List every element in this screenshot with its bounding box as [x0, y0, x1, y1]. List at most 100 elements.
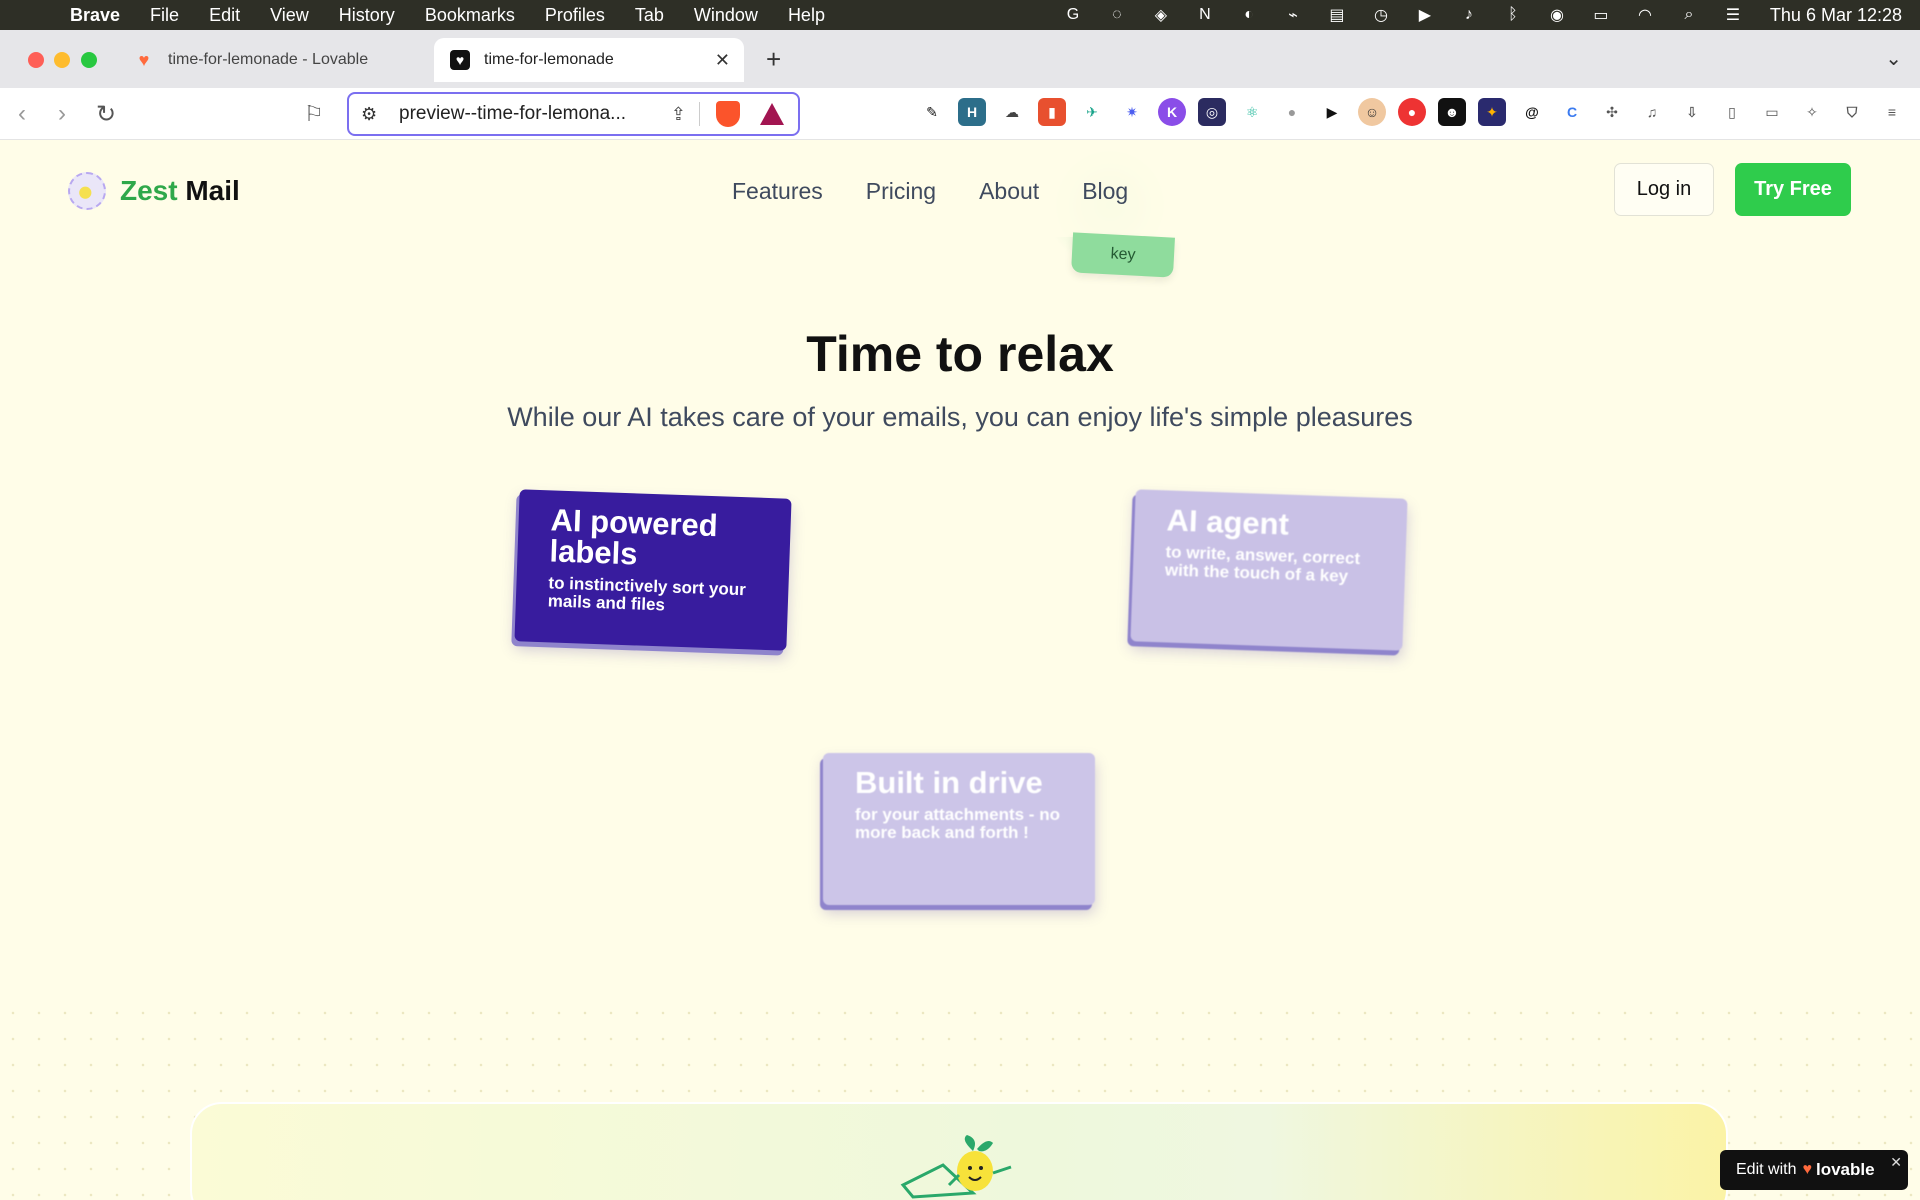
sync-icon[interactable]: ◌ [1106, 6, 1128, 24]
feature-card-built-in-drive[interactable]: Built in drive for your attachments - no… [823, 753, 1095, 905]
tab-search-chevron-icon[interactable]: ⌄ [1885, 46, 1902, 71]
bluetooth-icon[interactable]: ᛒ [1502, 6, 1524, 24]
keyboard-icon[interactable]: ▤ [1326, 6, 1348, 24]
camera-extension-icon[interactable]: ◎ [1198, 98, 1226, 126]
hero-subtitle: While our AI takes care of your emails, … [507, 402, 1413, 432]
brave-shields-icon[interactable] [716, 101, 740, 127]
sparkle-extension-icon[interactable]: ✷ [1118, 98, 1146, 126]
control-center-icon[interactable]: ☰ [1722, 6, 1744, 24]
sidebar-icon[interactable]: ▯ [1718, 98, 1746, 126]
vpn-shield-icon[interactable]: ⛉ [1838, 98, 1866, 126]
avatar-extension-icon[interactable]: ☺ [1358, 98, 1386, 126]
wifi-icon[interactable]: ◠ [1634, 6, 1656, 24]
login-button[interactable]: Log in [1614, 163, 1714, 216]
window-zoom-button[interactable] [81, 52, 97, 68]
menu-bar-clock[interactable]: Thu 6 Mar 12:28 [1770, 5, 1902, 26]
k-extension-icon[interactable]: K [1158, 98, 1186, 126]
user-icon[interactable]: ◉ [1546, 6, 1568, 24]
search-icon[interactable]: ⌕ [1678, 6, 1700, 24]
brave-rewards-icon[interactable] [760, 103, 784, 125]
chart-extension-icon[interactable]: ▮ [1038, 98, 1066, 126]
tab-title: time-for-lemonade [484, 51, 614, 68]
c-extension-icon[interactable]: C [1558, 98, 1586, 126]
tab-close-icon[interactable]: ✕ [715, 50, 730, 71]
menu-history[interactable]: History [324, 5, 410, 26]
extensions-row: ✎ H ☁ ▮ ✈ ✷ K ◎ ⚛ ● ▶ ☺ ● ☻ ✦ @ C ✣ ♫ ⇩ … [918, 98, 1906, 126]
menu-app-brave[interactable]: Brave [70, 5, 135, 26]
tab-lovable-editor[interactable]: ♥ time-for-lemonade - Lovable [118, 38, 430, 82]
logo-zest: Zest [120, 175, 178, 206]
window-close-button[interactable] [28, 52, 44, 68]
pokeball-extension-icon[interactable]: ● [1398, 98, 1426, 126]
menu-file[interactable]: File [135, 5, 194, 26]
leo-ai-icon[interactable]: ✧ [1798, 98, 1826, 126]
blob-extension-icon[interactable]: ● [1278, 98, 1306, 126]
bird-extension-icon[interactable]: ✈ [1078, 98, 1106, 126]
play-icon[interactable]: ▶ [1414, 6, 1436, 24]
main-menu-icon[interactable]: ≡ [1878, 98, 1906, 126]
heart-favicon-icon: ♥ [450, 50, 470, 70]
shortcuts-icon[interactable]: ◈ [1150, 6, 1172, 24]
face-extension-icon[interactable]: ☻ [1438, 98, 1466, 126]
wallet-icon[interactable]: ▭ [1758, 98, 1786, 126]
badge-edit-with: Edit with [1736, 1161, 1797, 1178]
grammarly-icon[interactable]: G [1062, 6, 1084, 24]
floating-keycap: key [1071, 232, 1175, 278]
site-settings-icon[interactable]: ⚙ [361, 104, 383, 125]
forward-icon[interactable]: › [58, 100, 66, 128]
notion-icon[interactable]: N [1194, 6, 1216, 24]
video-extension-icon[interactable]: ▶ [1318, 98, 1346, 126]
reload-icon[interactable]: ↻ [96, 100, 116, 129]
badge-close-icon[interactable]: ✕ [1890, 1154, 1902, 1171]
lemon-mascot-icon [900, 1135, 1012, 1199]
timer-icon[interactable]: ◷ [1370, 6, 1392, 24]
download-icon[interactable]: ⇩ [1678, 98, 1706, 126]
browser-tab-strip: ♥ time-for-lemonade - Lovable ♥ time-for… [0, 30, 1920, 88]
tab-preview[interactable]: ♥ time-for-lemonade ✕ [434, 38, 744, 82]
nav-blog[interactable]: Blog [1082, 178, 1128, 205]
menu-window[interactable]: Window [679, 5, 773, 26]
window-minimize-button[interactable] [54, 52, 70, 68]
new-tab-button[interactable]: + [766, 44, 781, 75]
feature-card-ai-labels[interactable]: AI powered labels to instinctively sort … [514, 489, 792, 651]
edit-with-lovable-badge[interactable]: Edit with ♥ lovable ✕ [1720, 1150, 1908, 1190]
puzzle-extensions-icon[interactable]: ✣ [1598, 98, 1626, 126]
atom-extension-icon[interactable]: ⚛ [1238, 98, 1266, 126]
menu-bookmarks[interactable]: Bookmarks [410, 5, 530, 26]
tab-title: time-for-lemonade - Lovable [168, 51, 369, 68]
menu-profiles[interactable]: Profiles [530, 5, 620, 26]
menu-tab[interactable]: Tab [620, 5, 679, 26]
card-title: AI agent [1166, 502, 1290, 542]
lovable-heart-icon: ♥ [138, 49, 150, 70]
app-icon[interactable]: ◐ [1238, 6, 1260, 24]
battery-icon[interactable]: ▭ [1590, 6, 1612, 24]
nav-features[interactable]: Features [732, 178, 823, 205]
url-text[interactable]: preview--time-for-lemona... [399, 103, 649, 125]
zest-mail-logo[interactable]: Zest Mail [68, 172, 240, 210]
volume-icon[interactable]: ♪ [1458, 6, 1480, 24]
hero-title: Time to relax [806, 326, 1114, 382]
bars-extension-icon[interactable]: H [958, 98, 986, 126]
menu-help[interactable]: Help [773, 5, 840, 26]
feature-card-ai-agent[interactable]: AI agent to write, answer, correct with … [1130, 489, 1408, 651]
cloud-extension-icon[interactable]: ☁ [998, 98, 1026, 126]
logo-mail: Mail [185, 175, 240, 206]
swirl-extension-icon[interactable]: @ [1518, 98, 1546, 126]
try-free-button[interactable]: Try Free [1735, 163, 1851, 216]
eyedropper-extension-icon[interactable]: ✎ [918, 98, 946, 126]
menu-edit[interactable]: Edit [194, 5, 255, 26]
nav-pricing[interactable]: Pricing [866, 178, 936, 205]
nav-about[interactable]: About [979, 178, 1039, 205]
site-header: Zest Mail Features Pricing About Blog Lo… [0, 140, 1920, 237]
card-title: AI powered labels [548, 502, 719, 572]
address-bar[interactable]: ⚙ preview--time-for-lemona... ⇪ [347, 92, 800, 136]
web-page: Zest Mail Features Pricing About Blog Lo… [0, 140, 1920, 1200]
menu-view[interactable]: View [255, 5, 324, 26]
music-icon[interactable]: ♫ [1638, 98, 1666, 126]
bookmark-icon[interactable]: ⚐ [304, 101, 324, 127]
back-icon[interactable]: ‹ [18, 100, 26, 128]
card-title: Built in drive [855, 765, 1043, 800]
share-icon[interactable]: ⇪ [671, 104, 686, 125]
star-extension-icon[interactable]: ✦ [1478, 98, 1506, 126]
cast-icon[interactable]: ⌁ [1282, 6, 1304, 24]
